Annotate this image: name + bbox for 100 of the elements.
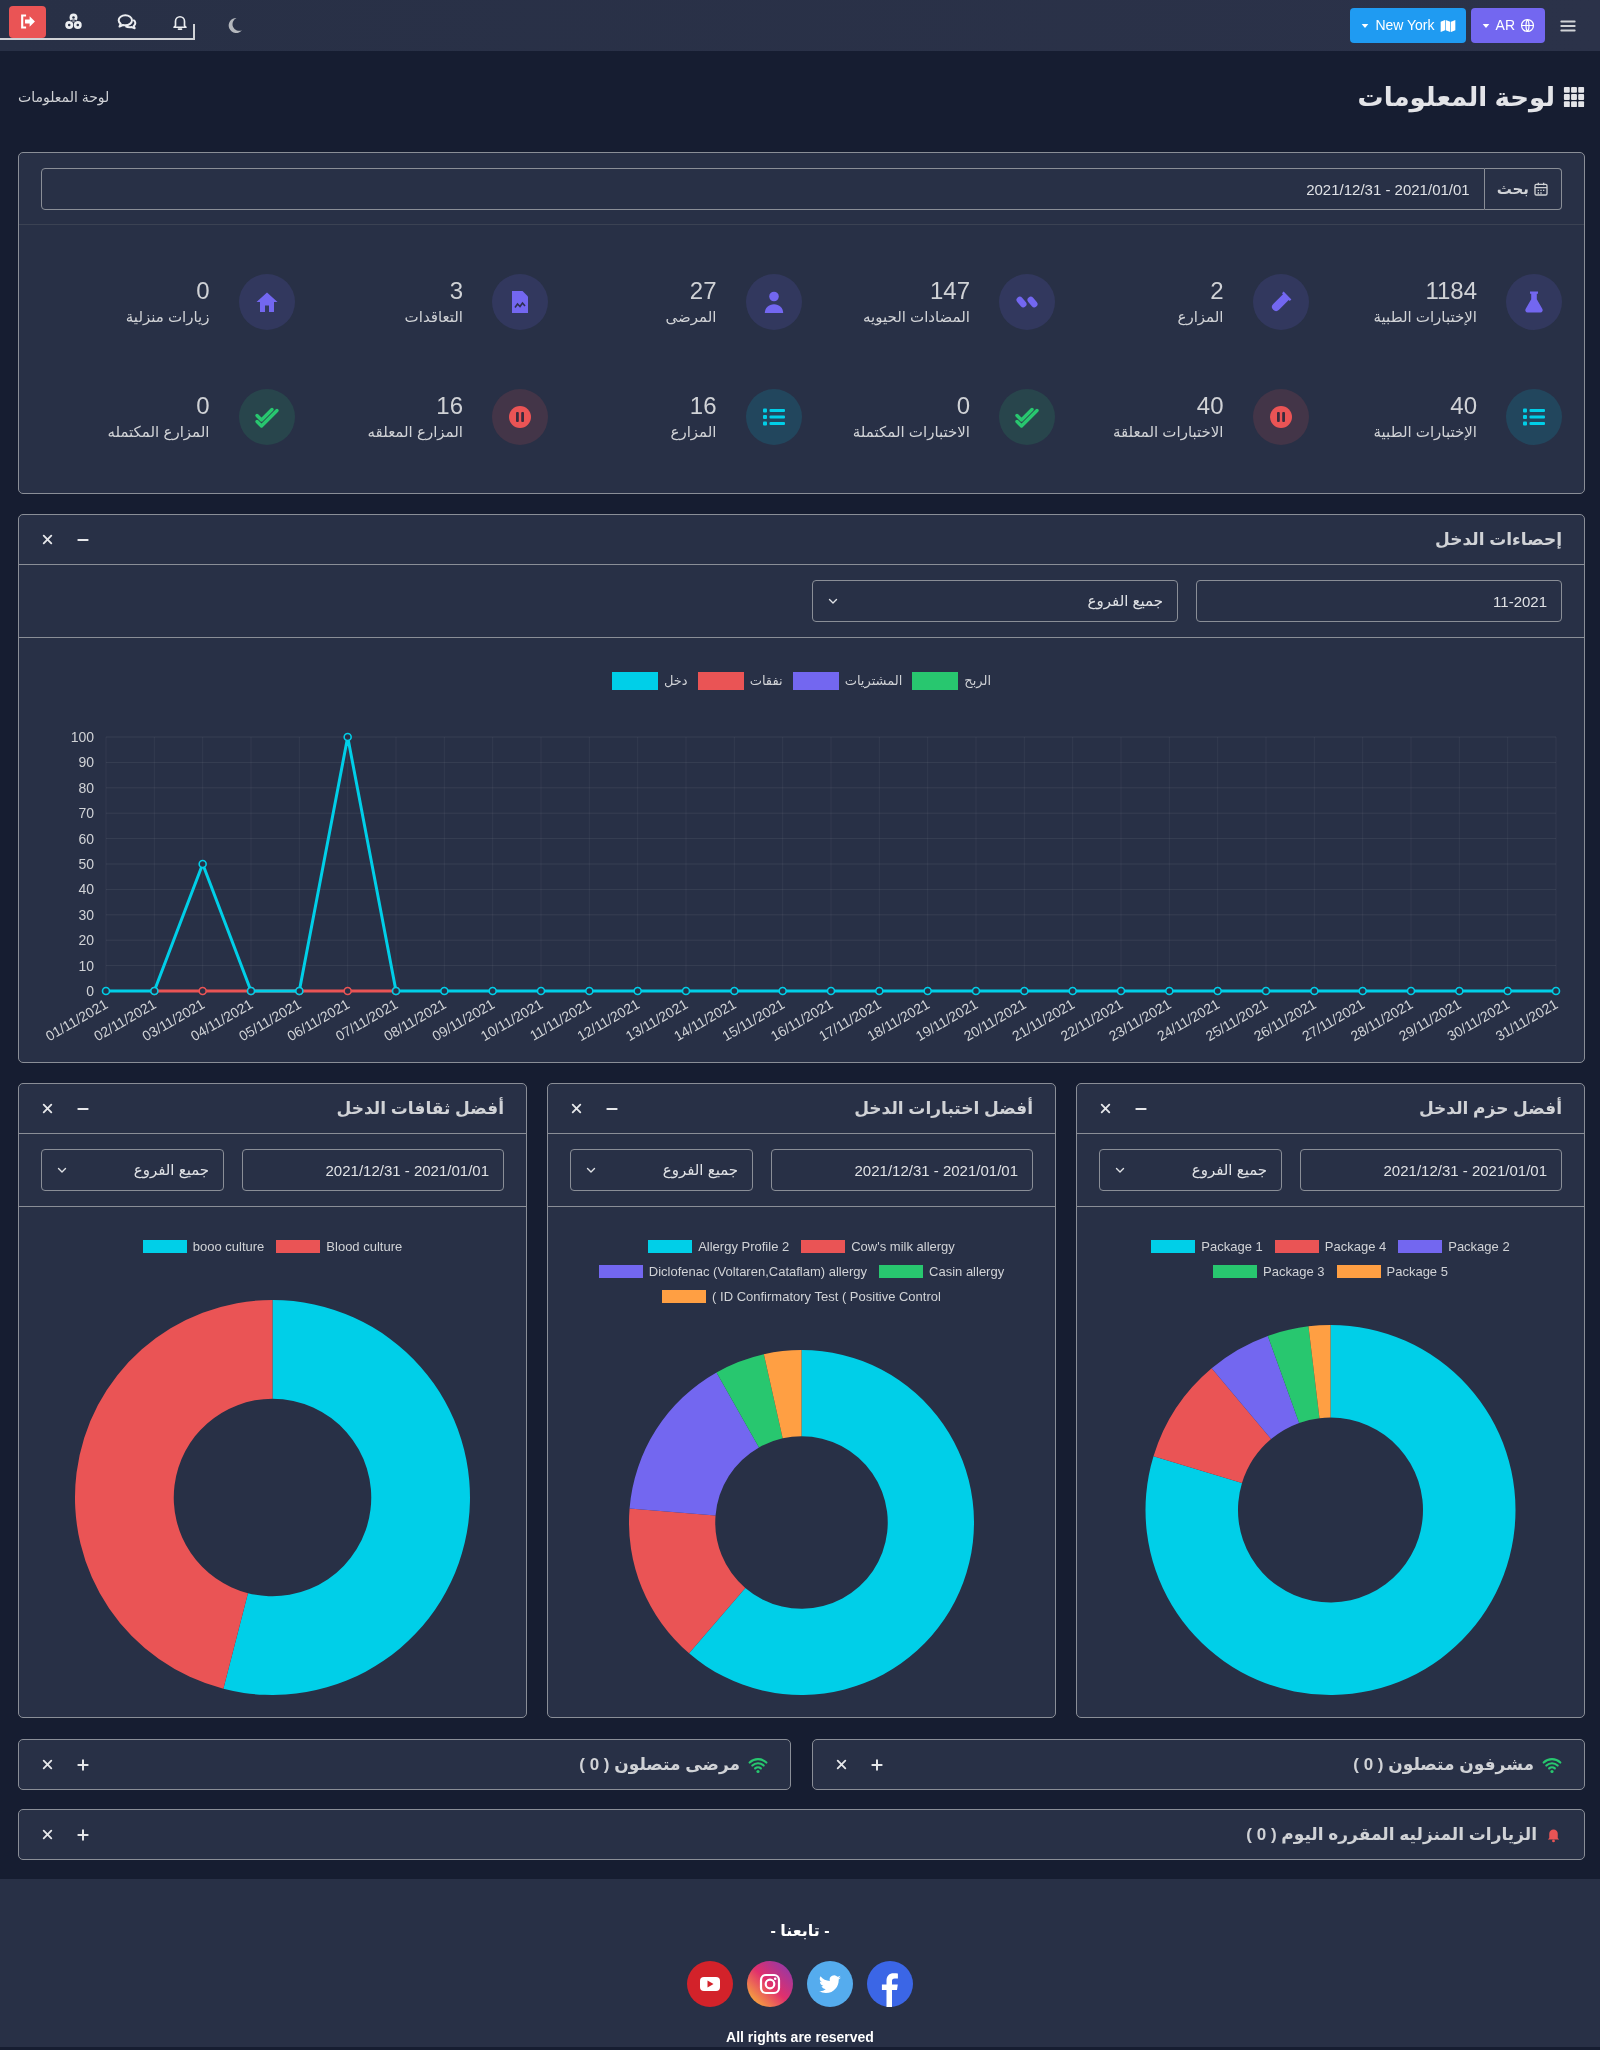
data-point <box>1551 986 1561 996</box>
globe-icon <box>1520 18 1535 33</box>
close-icon[interactable] <box>41 1828 54 1841</box>
plus-icon[interactable] <box>76 1757 90 1772</box>
panel-title: أفضل ثقافات الدخل <box>336 1096 504 1120</box>
stat-label: المزارع <box>1177 307 1224 328</box>
y-axis-label: 50 <box>78 856 94 872</box>
close-icon[interactable] <box>41 533 54 546</box>
breadcrumb-item: لوحة المعلومات <box>18 87 110 108</box>
stat-value: 2 <box>1209 276 1224 306</box>
house-icon <box>238 274 295 330</box>
close-icon[interactable] <box>835 1758 848 1771</box>
data-point <box>633 986 642 996</box>
calendar-icon <box>1533 181 1549 197</box>
branch-select[interactable]: جميع الفروع <box>812 580 1178 622</box>
plus-icon[interactable] <box>76 1827 90 1842</box>
stat-label: الإختبارات الطبية <box>1373 422 1477 442</box>
stat-label: المزارع المعلقه <box>367 422 463 443</box>
legend-label: Casin allergy <box>929 1262 1005 1281</box>
search-label: بحث <box>1496 178 1529 199</box>
list-icon <box>1506 389 1562 445</box>
legend-label: دخل <box>664 672 688 691</box>
y-axis-label: 90 <box>78 754 94 771</box>
stat-label: المرضى <box>665 307 717 328</box>
stat-label: المزارع المكتمله <box>107 422 210 443</box>
y-axis-label: 30 <box>78 906 94 923</box>
close-icon[interactable] <box>41 1102 54 1115</box>
branch-select[interactable]: جميع الفروع <box>41 1149 225 1191</box>
pills-icon <box>999 274 1055 330</box>
legend-label: الربح <box>964 672 991 691</box>
data-point <box>1455 986 1464 996</box>
data-point <box>585 986 594 996</box>
y-axis-label: 10 <box>78 957 94 974</box>
stat-label: الاختبارات المعلقة <box>1112 422 1224 443</box>
data-point <box>343 986 352 996</box>
instagram-icon[interactable] <box>747 1961 793 2007</box>
data-point <box>681 986 691 996</box>
close-icon[interactable] <box>570 1102 583 1115</box>
follow-us-title: - تابعنا - <box>769 1921 831 1941</box>
logout-icon <box>19 13 36 30</box>
pause-icon <box>492 389 548 445</box>
stat-label: التعاقدات <box>404 307 463 327</box>
legend-label: Package 3 <box>1263 1262 1325 1281</box>
data-point <box>440 986 449 996</box>
data-point <box>1503 986 1512 996</box>
youtube-icon[interactable] <box>687 1961 733 2007</box>
date-range-field[interactable]: 2021/12/31 - 2021/01/01 <box>771 1149 1033 1191</box>
date-range-field[interactable]: 2021/12/31 - 2021/01/01 <box>41 168 1485 210</box>
data-point <box>923 986 932 996</box>
legend-label: ( ID Confirmatory Test ( Positive Control <box>712 1287 941 1306</box>
stat-value: 40 <box>1449 391 1477 421</box>
panel-title: أفضل اختبارات الدخل <box>854 1096 1033 1120</box>
panel-title: مرضى متصلون ( 0 ) <box>579 1753 740 1777</box>
branch-select[interactable]: جميع الفروع <box>570 1149 754 1191</box>
stat-label: زيارات منزلية <box>125 307 210 328</box>
y-axis-label: 80 <box>78 779 94 796</box>
data-point <box>1116 986 1126 996</box>
stat-value: 3 <box>448 276 463 306</box>
close-icon[interactable] <box>41 1758 54 1771</box>
data-point <box>826 986 836 996</box>
legend-label: نفقات <box>749 672 783 691</box>
stat-value: 27 <box>688 276 717 306</box>
flask-icon <box>1506 274 1562 330</box>
data-point <box>1406 986 1416 996</box>
copyright-text: All rights are reserved <box>725 2029 875 2045</box>
legend-label: Package 4 <box>1324 1237 1387 1256</box>
branch-select[interactable]: جميع الفروع <box>1099 1149 1283 1191</box>
data-point <box>536 986 546 996</box>
map-icon <box>1439 17 1456 34</box>
data-point <box>1261 986 1271 996</box>
data-point <box>343 732 352 742</box>
data-point <box>1310 986 1319 996</box>
date-range-field[interactable]: 2021/12/31 - 2021/01/01 <box>242 1149 504 1191</box>
legend-label: Allergy Profile 2 <box>698 1237 790 1256</box>
legend-label: Blood culture <box>326 1237 403 1256</box>
month-field[interactable]: 11-2021 <box>1196 580 1562 622</box>
y-axis-label: 20 <box>78 932 94 949</box>
twitter-icon[interactable] <box>807 1961 853 2007</box>
language-button[interactable]: AR <box>1470 8 1545 43</box>
panel-title: إحصاءات الدخل <box>1435 528 1562 551</box>
data-point <box>488 986 497 996</box>
pause-icon <box>1252 389 1309 445</box>
data-point <box>875 986 884 996</box>
y-axis-label: 60 <box>78 830 94 847</box>
stat-label: المضادات الحيويه <box>862 307 970 328</box>
logout-button[interactable] <box>9 5 46 38</box>
panel-title: الزيارات المنزليه المقرره اليوم ( 0 ) <box>1246 1823 1537 1847</box>
circles-icon[interactable] <box>64 12 83 31</box>
stat-value: 0 <box>195 276 210 306</box>
close-icon[interactable] <box>1099 1102 1112 1115</box>
facebook-icon[interactable] <box>867 1961 913 2007</box>
test-tube-icon <box>1252 274 1309 330</box>
data-point <box>1213 986 1222 996</box>
grid-icon <box>1563 86 1585 108</box>
person-icon <box>745 274 802 330</box>
data-point <box>198 859 207 869</box>
chat-bubbles-icon[interactable] <box>117 11 137 32</box>
plus-icon[interactable] <box>870 1757 884 1772</box>
y-axis-label: 0 <box>86 983 94 999</box>
date-range-field[interactable]: 2021/12/31 - 2021/01/01 <box>1300 1149 1562 1191</box>
